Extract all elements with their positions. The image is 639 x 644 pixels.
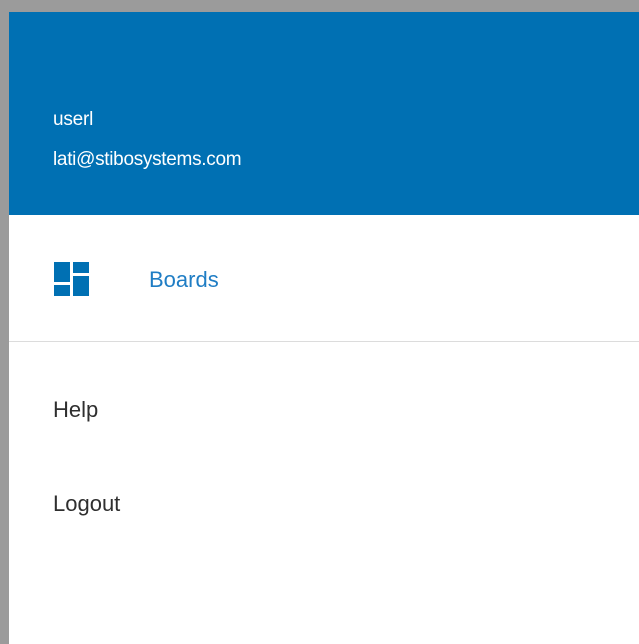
- user-profile-header: userl lati@stibosystems.com: [9, 12, 639, 215]
- nav-item-boards-label: Boards: [149, 267, 219, 292]
- dashboard-tiles-icon: [54, 262, 89, 296]
- user-email: lati@stibosystems.com: [53, 149, 242, 170]
- logout-menu-item[interactable]: Logout: [53, 491, 120, 517]
- user-name: userl: [53, 109, 94, 130]
- divider: [9, 341, 639, 342]
- nav-item-boards[interactable]: Boards: [9, 215, 639, 341]
- navigation-drawer: userl lati@stibosystems.com Boards Help …: [0, 0, 639, 644]
- help-menu-item[interactable]: Help: [53, 397, 98, 423]
